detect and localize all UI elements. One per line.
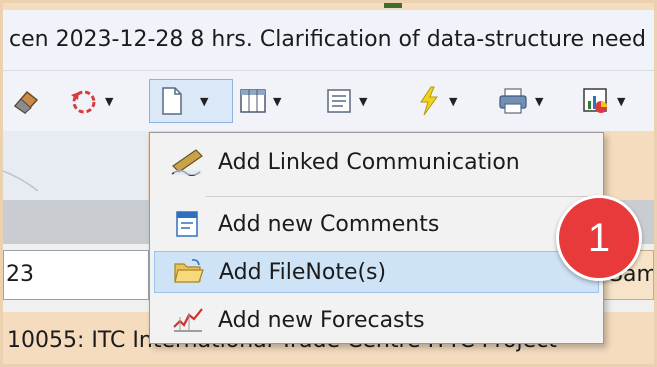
document-icon: [162, 87, 182, 115]
undo-button[interactable]: ▼: [69, 79, 113, 123]
chevron-down-icon[interactable]: ▼: [105, 95, 113, 108]
chart-export-button[interactable]: ▼: [581, 79, 625, 123]
chevron-down-icon[interactable]: ▼: [535, 95, 543, 108]
toolbar: ▼ ▼ ▼ ▼ ▼ ▼ ▼: [3, 71, 654, 131]
menu-item-label: Add FileNote(s): [219, 259, 387, 285]
menu-item-add-new-forecasts[interactable]: Add new Forecasts: [154, 299, 599, 341]
menu-item-label: Add new Comments: [218, 211, 440, 237]
chevron-down-icon[interactable]: ▼: [200, 95, 208, 108]
window-marker: [384, 2, 402, 8]
menu-item-add-new-comments[interactable]: Add new Comments: [154, 203, 599, 245]
chart-export-icon: [583, 88, 607, 113]
table-icon: [240, 89, 266, 113]
menu-item-add-filenotes[interactable]: Add FileNote(s): [154, 251, 599, 293]
menu-item-label: Add Linked Communication: [218, 149, 520, 175]
printer-button[interactable]: ▼: [497, 79, 543, 123]
chevron-down-icon[interactable]: ▼: [273, 95, 281, 108]
undo-refresh-icon: [71, 90, 96, 114]
add-context-menu: Add Linked Communication Add new Comment…: [149, 132, 604, 344]
chevron-down-icon[interactable]: ▼: [449, 95, 457, 108]
list-button[interactable]: ▼: [325, 79, 367, 123]
lightning-button[interactable]: ▼: [415, 79, 457, 123]
chevron-down-icon[interactable]: ▼: [617, 95, 625, 108]
lightning-icon: [420, 86, 438, 116]
open-folder-icon: [169, 254, 209, 290]
step-number-badge: 1: [556, 195, 642, 281]
forecast-chart-icon: [168, 302, 208, 338]
record-title-bar: cen 2023-12-28 8 hrs. Clarification of d…: [3, 10, 654, 71]
document-dropdown-button[interactable]: ▼: [149, 79, 233, 123]
printer-icon: [499, 88, 527, 114]
record-title-text: cen 2023-12-28 8 hrs. Clarification of d…: [9, 27, 647, 52]
eraser-icon: [13, 90, 39, 114]
table-button[interactable]: ▼: [239, 79, 281, 123]
menu-item-add-linked-communication[interactable]: Add Linked Communication: [154, 141, 599, 183]
pen-signature-icon: [168, 144, 208, 180]
date-input[interactable]: 23: [3, 250, 149, 300]
chevron-down-icon[interactable]: ▼: [359, 95, 367, 108]
tab-curve: [3, 170, 39, 191]
menu-item-label: Add new Forecasts: [218, 307, 425, 333]
eraser-button[interactable]: [11, 79, 41, 123]
list-icon: [327, 89, 351, 113]
comment-note-icon: [168, 206, 208, 242]
menu-separator: [206, 196, 594, 197]
